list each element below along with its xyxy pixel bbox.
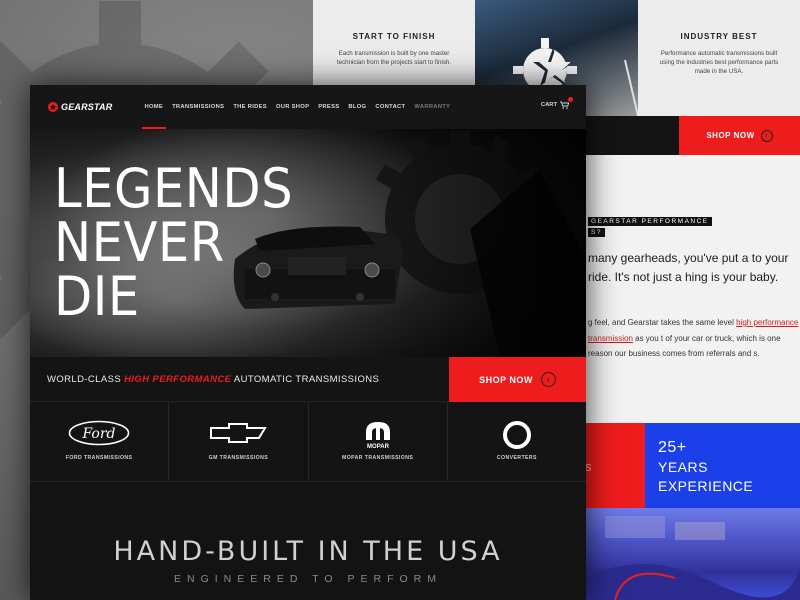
brand-gm-label: GM TRANSMISSIONS [208, 455, 269, 461]
svg-text:Ford: Ford [82, 426, 116, 442]
tagline-before: WORLD-CLASS [47, 374, 125, 385]
red-stat-box: s [585, 423, 645, 508]
about-panel: GEARSTAR PERFORMANCE S? many gearheads, … [570, 155, 800, 425]
gearstar-logo-icon [48, 102, 58, 112]
website-window: GEARSTAR HOME TRANSMISSIONS THE RIDES OU… [30, 85, 586, 600]
cart-count-badge [568, 97, 573, 102]
top-nav: GEARSTAR HOME TRANSMISSIONS THE RIDES OU… [30, 85, 586, 129]
years-label: YEARS EXPERIENCE [658, 458, 753, 496]
about-tag-line1: GEARSTAR PERFORMANCE [588, 217, 712, 226]
tagline-bar: WORLD-CLASS HIGH PERFORMANCE AUTOMATIC T… [30, 357, 586, 402]
nav-warranty[interactable]: WARRANTY [410, 85, 455, 129]
nav-our-shop[interactable]: OUR SHOP [271, 85, 313, 129]
hero-title-line3: DIE [54, 265, 140, 328]
brand-ford[interactable]: Ford FORD TRANSMISSIONS [30, 402, 170, 481]
years-label-line2: EXPERIENCE [658, 478, 754, 494]
shop-now-button[interactable]: SHOP NOW › [449, 357, 586, 402]
nav-blog[interactable]: BLOG [344, 85, 371, 129]
years-number: 25+ [658, 439, 687, 456]
card-start-text: Each transmission is built by one master… [336, 50, 452, 66]
about-body-text: g feel, and Gearstar takes the same leve… [588, 315, 800, 362]
gearstar-logo[interactable]: GEARSTAR [47, 101, 112, 113]
about-tag-line2: S? [588, 228, 605, 237]
about-body-before: g feel, and Gearstar takes the same leve… [588, 318, 734, 327]
nav-links: HOME TRANSMISSIONS THE RIDES OUR SHOP PR… [140, 85, 455, 129]
hand-built-title: HAND-BUILT IN THE USA [113, 536, 503, 567]
svg-text:MOPAR: MOPAR [367, 444, 390, 450]
about-tag: GEARSTAR PERFORMANCE S? [588, 217, 712, 239]
logo-text: GEARSTAR [61, 102, 113, 112]
mopar-logo-icon: MOPAR [365, 422, 390, 450]
card-start-title: START TO FINISH [352, 32, 436, 41]
card-industry-text: Performance automatic transmissions buil… [659, 50, 779, 75]
torque-converter-icon [502, 421, 531, 449]
cart-link[interactable]: CART [540, 97, 573, 109]
brand-links: Ford FORD TRANSMISSIONS GM TRANSMISSIONS… [30, 402, 586, 482]
brand-gm[interactable]: GM TRANSMISSIONS [169, 402, 309, 481]
nav-home[interactable]: HOME [140, 85, 168, 129]
cart-label: CART [540, 102, 557, 108]
brand-converters[interactable]: CONVERTERS [448, 402, 586, 481]
ford-logo-icon: Ford [68, 420, 130, 446]
shop-now-label: SHOP NOW [479, 374, 533, 385]
tagline: WORLD-CLASS HIGH PERFORMANCE AUTOMATIC T… [47, 374, 379, 385]
landscape-photo-icon [585, 516, 800, 600]
hand-built-section: HAND-BUILT IN THE USA ENGINEERED TO PERF… [30, 482, 586, 600]
hero-title-line2: NEVER [54, 211, 225, 274]
shop-now-label: SHOP NOW [706, 131, 755, 140]
nav-the-rides[interactable]: THE RIDES [229, 85, 272, 129]
arrow-right-icon: › [540, 372, 556, 387]
shop-now-button-secondary[interactable]: SHOP NOW › [679, 116, 800, 155]
card-industry-title: INDUSTRY BEST [680, 32, 758, 41]
hero-title: LEGENDS NEVER DIE [54, 162, 314, 324]
years-experience-box: 25+ YEARS EXPERIENCE [645, 423, 800, 508]
brand-mopar-label: MOPAR TRANSMISSIONS [342, 455, 414, 461]
nav-contact[interactable]: CONTACT [371, 85, 410, 129]
chevrolet-bowtie-icon [210, 423, 268, 443]
nav-press[interactable]: PRESS [314, 85, 344, 129]
hero-title-line1: LEGENDS [54, 157, 294, 220]
about-lead-text: many gearheads, you've put a to your rid… [588, 251, 789, 284]
brand-mopar[interactable]: MOPAR MOPAR TRANSMISSIONS [309, 402, 448, 481]
dark-band [585, 116, 679, 155]
blue-tinted-photo [585, 508, 800, 600]
cart-icon [560, 97, 573, 109]
tagline-highlight: HIGH PERFORMANCE [124, 374, 232, 385]
tagline-after: AUTOMATIC TRANSMISSIONS [231, 374, 380, 385]
brand-converters-label: CONVERTERS [496, 455, 537, 461]
brand-ford-label: FORD TRANSMISSIONS [65, 455, 133, 461]
card-industry-best: INDUSTRY BEST Performance automatic tran… [638, 0, 800, 116]
hero-banner: LEGENDS NEVER DIE [30, 129, 586, 357]
arrow-right-icon: › [760, 129, 773, 142]
nav-transmissions[interactable]: TRANSMISSIONS [168, 85, 229, 129]
card-start-to-finish: START TO FINISH Each transmission is bui… [313, 0, 475, 88]
hand-built-subtitle: ENGINEERED TO PERFORM [174, 573, 442, 585]
years-label-line1: YEARS [658, 459, 708, 475]
